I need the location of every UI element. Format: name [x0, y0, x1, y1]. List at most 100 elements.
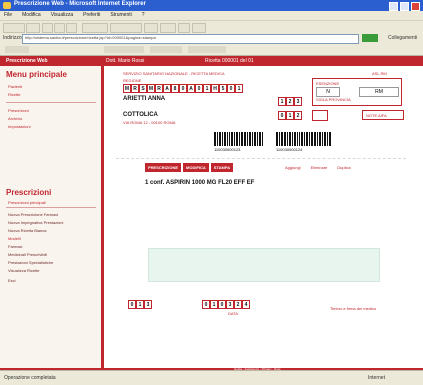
- barcode-right-text: 110030000124: [276, 147, 303, 152]
- menu-favorites[interactable]: Preferiti: [83, 11, 100, 20]
- history-button[interactable]: [144, 23, 158, 33]
- toolbar-shortcut-1[interactable]: [5, 46, 29, 53]
- tab-stampa[interactable]: STAMPA: [210, 163, 234, 172]
- sidebar-item-pazienti[interactable]: Pazienti: [8, 84, 22, 89]
- patient-address: VIA ROMA 12 - 00100 ROMA: [123, 120, 176, 125]
- duplicate-link[interactable]: Duplica: [337, 165, 350, 170]
- barcode-right: [276, 132, 331, 146]
- small-cell: 0: [278, 111, 286, 120]
- minimize-icon[interactable]: [389, 2, 398, 11]
- refresh-button[interactable]: [54, 23, 65, 33]
- doctor-name: Dott. Mario Rossi: [106, 58, 145, 64]
- toolbar-shortcut-4[interactable]: [188, 46, 226, 53]
- doctor-stamp-link[interactable]: Timbro e firma del medico: [330, 306, 376, 311]
- menu-tools[interactable]: Strumenti: [110, 11, 131, 20]
- browser-toolbar: [0, 20, 423, 33]
- code-cell: 1: [203, 84, 211, 93]
- sidebar-presc-item[interactable]: Medicinali Prescrivibili: [8, 252, 47, 257]
- search-button[interactable]: [82, 23, 108, 33]
- sidebar-presc-item[interactable]: Visualizza Ricette: [8, 268, 40, 273]
- toolbar-shortcut-3[interactable]: [150, 46, 182, 53]
- exemption-field[interactable]: N: [316, 87, 340, 97]
- small-cell: 3: [294, 97, 302, 106]
- sidebar-presc-item[interactable]: Nuova Prescrizione Farmaci: [8, 212, 58, 217]
- sidebar-presc-item[interactable]: Prestazioni Specialistiche: [8, 260, 53, 265]
- toolbar-shortcut-2[interactable]: [104, 46, 144, 53]
- code-cell: 8: [171, 84, 179, 93]
- print-button[interactable]: [178, 23, 190, 33]
- sidebar-divider-2: [6, 207, 96, 208]
- province-field[interactable]: RM: [359, 87, 399, 97]
- sidebar-item-prescrizioni[interactable]: Prescrizioni: [8, 108, 29, 113]
- sidebar-item-archivio[interactable]: Archivio: [8, 116, 22, 121]
- date-cell: 3: [226, 300, 234, 309]
- action-links: Aggiungi Eliminare Duplica: [285, 165, 351, 170]
- notes-dropdown[interactable]: NOTE AIFA: [362, 110, 404, 120]
- edit-button[interactable]: [192, 23, 206, 33]
- mail-button[interactable]: [160, 23, 176, 33]
- sidebar-presc-item[interactable]: Nuova Impegnativa Prestazioni: [8, 220, 63, 225]
- exemption-label: ESENZIONE: [316, 81, 340, 86]
- window-title: Prescrizione Web - Microsoft Internet Ex…: [14, 1, 146, 7]
- links-label[interactable]: Collegamenti: [388, 35, 417, 41]
- barcode-left: [214, 132, 263, 146]
- sidebar-presc-item[interactable]: Farmaci: [8, 244, 22, 249]
- bottom-cell: 1: [136, 300, 144, 309]
- back-button[interactable]: [3, 23, 25, 33]
- code-cell: M: [147, 84, 155, 93]
- add-link[interactable]: Aggiungi: [285, 165, 301, 170]
- prescription-line: 1 conf. ASPIRIN 1000 MG FL20 EFF EF: [145, 180, 255, 186]
- app-header: Prescrizione Web Dott. Mario Rossi Ricet…: [0, 56, 423, 66]
- bottom-left-cells: 0 1 3: [128, 300, 152, 309]
- notes-area[interactable]: [148, 248, 380, 282]
- menu-edit[interactable]: Modifica: [22, 11, 41, 20]
- code-cell: 5: [219, 84, 227, 93]
- barcode-left-text: 110030000123: [214, 147, 241, 152]
- browser-logo-icon: [3, 2, 11, 9]
- code-cell: A: [163, 84, 171, 93]
- region-label: REGIONE: [123, 78, 142, 83]
- doc-header-line: SERVIZIO SANITARIO NAZIONALE - RICETTA M…: [123, 71, 225, 76]
- forward-button[interactable]: [26, 23, 40, 33]
- maximize-icon[interactable]: [400, 2, 409, 11]
- delete-link[interactable]: Eliminare: [311, 165, 328, 170]
- fiscal-code-cells: M R S M R A 8 0 A 0 1 H 5 0 1: [123, 84, 243, 93]
- sidebar-presc-item[interactable]: Modelli: [8, 236, 21, 241]
- stop-button[interactable]: [42, 23, 53, 33]
- date-cell: 0: [218, 300, 226, 309]
- small-cell: 1: [286, 111, 294, 120]
- small-cell: 2: [294, 111, 302, 120]
- sidebar: Menu principale Pazienti Ricette Prescri…: [0, 66, 104, 370]
- zone-text: Internet: [368, 375, 385, 381]
- sidebar-presc-item[interactable]: Nuova Ricetta Bianca: [8, 228, 46, 233]
- date-cell: 2: [234, 300, 242, 309]
- code-cell: M: [123, 84, 131, 93]
- menu-file[interactable]: File: [4, 11, 12, 20]
- sidebar-presc-title: Prescrizioni: [6, 188, 52, 197]
- code-cell: A: [187, 84, 195, 93]
- patient-name: ARIETTI ANNA: [123, 96, 166, 102]
- code-cell: 1: [235, 84, 243, 93]
- tab-prescrizione[interactable]: PRESCRIZIONE: [145, 163, 182, 172]
- favorites-button[interactable]: [110, 23, 142, 33]
- sidebar-divider: [6, 102, 96, 103]
- status-bar: Operazione completata Internet: [0, 370, 423, 385]
- close-icon[interactable]: [411, 2, 420, 11]
- home-button[interactable]: [66, 23, 77, 33]
- sidebar-presc-subtitle: Prescrizioni principali: [8, 200, 46, 205]
- small-cells-top: 1 2 3: [278, 97, 302, 106]
- small-cells-bottom: 0 1 2: [278, 111, 302, 120]
- menu-view[interactable]: Visualizza: [51, 11, 73, 20]
- app-name: Prescrizione Web: [6, 58, 48, 64]
- sidebar-item-ricette[interactable]: Ricette: [8, 92, 20, 97]
- links-toolbar: [0, 44, 423, 56]
- sidebar-presc-item[interactable]: Esci: [8, 278, 16, 283]
- date-cells: 0 1 0 3 2 4: [202, 300, 250, 309]
- bottom-cell: 0: [128, 300, 136, 309]
- menu-help[interactable]: ?: [142, 11, 145, 20]
- status-text: Operazione completata: [4, 375, 56, 381]
- tab-modifica[interactable]: MODIFICA: [183, 163, 209, 172]
- address-bar: Indirizzo http://sistema.sanita.it/presc…: [0, 33, 423, 44]
- go-button[interactable]: [362, 34, 378, 42]
- sidebar-item-impostazioni[interactable]: Impostazioni: [8, 124, 30, 129]
